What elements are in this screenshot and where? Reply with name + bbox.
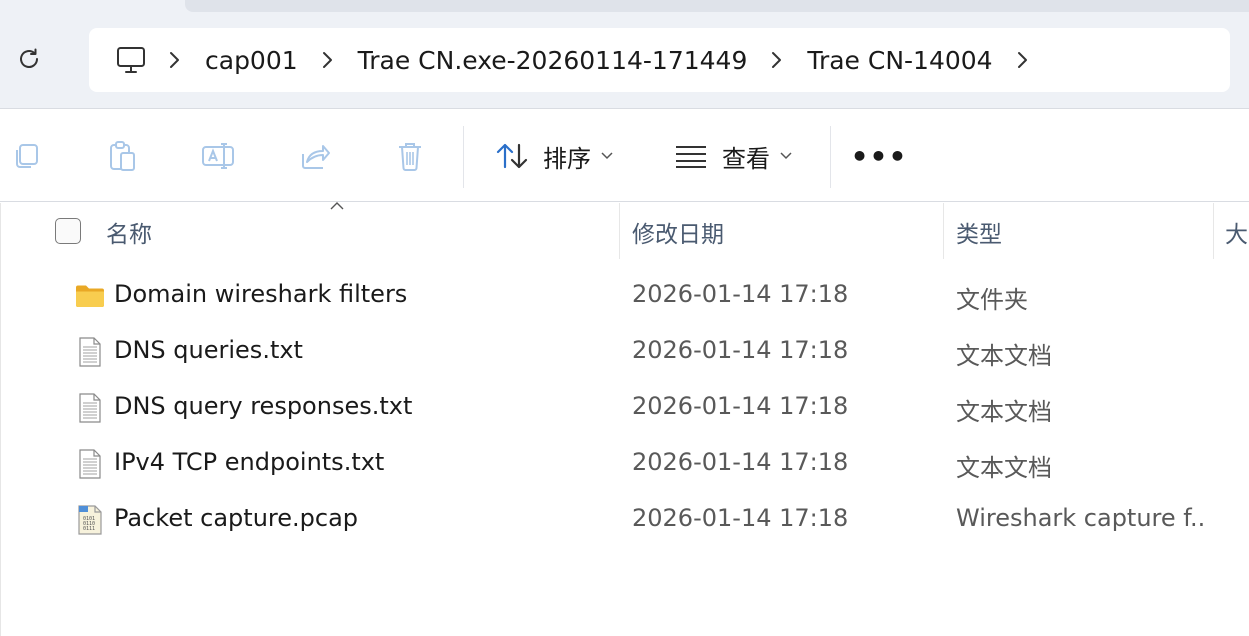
file-date: 2026-01-14 17:18 [632, 392, 849, 420]
file-type: Wireshark capture f... [956, 504, 1206, 532]
sort-icon [496, 143, 528, 169]
select-all-checkbox[interactable] [55, 218, 81, 244]
rename-icon [202, 143, 234, 169]
computer-icon[interactable] [113, 42, 149, 78]
share-icon [302, 145, 330, 169]
column-header-size[interactable]: 大 [1225, 215, 1248, 249]
list-item[interactable]: DNS queries.txt 2026-01-14 17:18 文本文档 [1, 323, 1249, 379]
text-file-icon [79, 337, 101, 367]
file-name: IPv4 TCP endpoints.txt [114, 448, 385, 476]
file-type: 文本文档 [956, 454, 1052, 482]
text-file-icon [79, 449, 101, 479]
copy-button[interactable] [6, 136, 46, 176]
column-header-date[interactable]: 修改日期 [632, 215, 724, 249]
more-options-button[interactable]: ••• [851, 136, 907, 176]
svg-text:0111: 0111 [83, 526, 95, 532]
refresh-icon [20, 48, 38, 68]
file-name: Packet capture.pcap [114, 504, 359, 532]
file-date: 2026-01-14 17:18 [632, 448, 849, 476]
view-menu-button[interactable]: 查看 [674, 136, 792, 176]
breadcrumb-item[interactable]: Trae CN-14004 [803, 46, 996, 75]
chevron-right-icon[interactable] [997, 51, 1049, 69]
folder-icon [76, 285, 104, 307]
file-list: 名称 修改日期 类型 大 Domain wireshark filters 20… [0, 202, 1249, 636]
sort-label: 排序 [543, 144, 591, 173]
chevron-down-icon [601, 152, 613, 160]
chevron-right-icon[interactable] [751, 51, 803, 69]
file-name: Domain wireshark filters [114, 280, 408, 308]
column-resize-handle[interactable] [619, 203, 620, 259]
file-date: 2026-01-14 17:18 [632, 336, 849, 364]
file-type: 文本文档 [956, 398, 1052, 426]
refresh-button[interactable] [8, 38, 50, 80]
chevron-right-icon[interactable] [149, 51, 201, 69]
breadcrumb[interactable]: cap001 Trae CN.exe-20260114-171449 Trae … [89, 28, 1230, 92]
breadcrumb-item[interactable]: Trae CN.exe-20260114-171449 [354, 46, 752, 75]
view-list-icon [676, 146, 706, 168]
file-type: 文件夹 [956, 286, 1028, 314]
sort-menu-button[interactable]: 排序 [495, 136, 613, 176]
chevron-down-icon [780, 152, 792, 160]
tab-edge [185, 0, 1249, 12]
tab-strip [0, 0, 1249, 14]
column-header-type[interactable]: 类型 [956, 215, 1002, 249]
column-resize-handle[interactable] [943, 203, 944, 259]
sort-ascending-icon [330, 202, 344, 210]
pcap-file-icon: 0101 0110 0111 [78, 505, 102, 535]
breadcrumb-item[interactable]: cap001 [201, 46, 302, 75]
paste-icon [110, 141, 135, 171]
chevron-right-icon[interactable] [302, 51, 354, 69]
file-date: 2026-01-14 17:18 [632, 504, 849, 532]
column-header-name[interactable]: 名称 [106, 215, 152, 249]
file-type: 文本文档 [956, 342, 1052, 370]
copy-icon [16, 144, 38, 168]
paste-button[interactable] [102, 136, 142, 176]
share-button[interactable] [294, 136, 334, 176]
column-header-row: 名称 修改日期 类型 大 [1, 202, 1249, 259]
text-file-icon [79, 393, 101, 423]
view-label: 查看 [722, 144, 770, 173]
toolbar-divider [463, 126, 464, 188]
file-date: 2026-01-14 17:18 [632, 280, 849, 308]
delete-button[interactable] [390, 136, 430, 176]
list-item[interactable]: Domain wireshark filters 2026-01-14 17:1… [1, 267, 1249, 323]
file-name: DNS query responses.txt [114, 392, 413, 420]
list-item[interactable]: 0101 0110 0111 Packet capture.pcap 2026-… [1, 491, 1249, 547]
rename-button[interactable] [198, 136, 238, 176]
address-row: cap001 Trae CN.exe-20260114-171449 Trae … [0, 14, 1249, 109]
list-item[interactable]: IPv4 TCP endpoints.txt 2026-01-14 17:18 … [1, 435, 1249, 491]
column-resize-handle[interactable] [1213, 203, 1214, 259]
file-name: DNS queries.txt [114, 336, 303, 364]
list-item[interactable]: DNS query responses.txt 2026-01-14 17:18… [1, 379, 1249, 435]
delete-icon [399, 143, 421, 171]
toolbar-divider [830, 126, 831, 188]
command-bar: 排序 查看 ••• [0, 110, 1249, 202]
